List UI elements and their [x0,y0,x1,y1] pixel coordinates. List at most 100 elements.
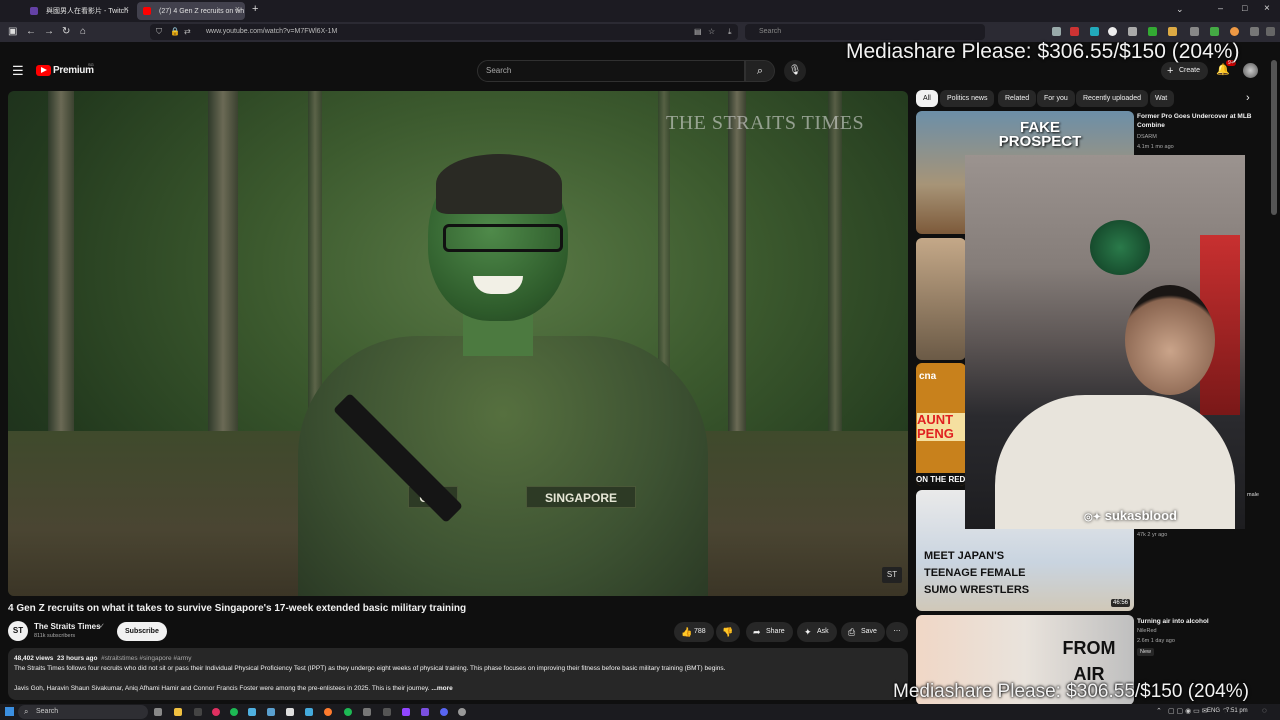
channel-watermark-logo: ST [882,567,902,583]
sidebar-thumbnail[interactable]: cna AUNT PENG ON THE RED [916,363,966,486]
chip-for-you[interactable]: For you [1037,90,1075,107]
tab-youtube[interactable]: (27) 4 Gen Z recruits on wh × [137,2,245,20]
dislike-button[interactable]: 👎 [716,622,740,642]
subscribe-button[interactable]: Subscribe [117,622,167,641]
permissions-icon[interactable]: ⇄ [184,24,191,40]
sidebar-thumbnail[interactable] [916,238,966,360]
extension-icon[interactable] [1128,27,1137,36]
like-button[interactable]: 👍 788 [674,622,714,642]
chip-politics-news[interactable]: Politics news [940,90,995,107]
app-icon[interactable] [194,708,202,716]
language-indicator[interactable]: ENG [1207,708,1220,714]
windows-start-icon[interactable] [5,707,14,716]
extension-icon[interactable] [1148,27,1157,36]
maximize-button[interactable]: □ [1242,3,1247,13]
app-icon[interactable] [212,708,220,716]
youtube-search-input[interactable]: Search [477,60,745,82]
chip-related[interactable]: Related [998,90,1037,107]
extension-icon[interactable] [1210,27,1219,36]
minimize-button[interactable]: – [1218,3,1223,13]
extension-icon[interactable] [1230,27,1239,36]
country-tag: SINGAPORE [526,486,636,508]
close-window-button[interactable]: × [1264,3,1270,14]
sidebar-channel[interactable]: NileRed [1137,628,1157,634]
sidebar-video-title[interactable]: Former Pro Goes Undercover at MLB Combin… [1137,112,1257,130]
scrollbar[interactable] [1271,60,1277,215]
thumbnail-text: AUNT PENG [917,413,965,441]
close-tab-icon[interactable]: × [124,4,129,14]
sidebar-video-title[interactable]: Turning air into alcohol [1137,617,1257,626]
tree-trunk [208,91,238,461]
microphone-icon[interactable]: 🎙 [784,60,806,82]
reader-icon[interactable]: ▤ [694,24,702,40]
create-button[interactable]: + Create [1161,62,1209,80]
extension-badge-icon[interactable] [1070,27,1079,36]
avatar[interactable] [1243,63,1258,78]
extension-icon[interactable] [1090,27,1099,36]
channel-avatar[interactable]: ST [8,621,28,641]
app-icon[interactable] [267,708,275,716]
tray-icons[interactable]: ▢ ▢ ◉ ▭ ✉ [1168,707,1208,715]
app-icon[interactable] [421,708,429,716]
close-tab-icon[interactable]: × [235,4,240,14]
more-options-icon[interactable]: ⋯ [886,622,908,642]
tab-list-icon[interactable]: ⌄ [1176,4,1184,15]
browser-search-input[interactable]: Search [745,24,985,40]
region-code: SG [88,62,94,67]
chip-watched[interactable]: Wat [1150,90,1174,107]
app-icon[interactable] [248,708,256,716]
video-player[interactable]: GOH SINGAPORE [8,91,908,596]
youtube-logo-icon[interactable] [36,65,51,76]
app-icon[interactable] [305,708,313,716]
new-tab-button[interactable]: + [252,3,258,15]
reload-icon[interactable]: ↻ [62,26,70,38]
channel-name[interactable]: The Straits Times [34,622,101,631]
ask-button[interactable]: ✦ Ask [797,622,837,642]
back-icon[interactable]: ← [26,26,36,38]
sidebar-channel[interactable]: DSARM [1137,134,1157,140]
app-icon[interactable] [402,708,410,716]
app-icon[interactable] [363,708,371,716]
streamer-head [1125,285,1215,395]
more-link[interactable]: ...more [431,685,452,692]
chevron-right-icon[interactable]: › [1246,92,1250,104]
extension-icon[interactable] [1190,27,1199,36]
app-icon[interactable] [286,708,294,716]
extension-icon[interactable] [1168,27,1177,36]
extensions-puzzle-icon[interactable] [1250,27,1259,36]
file-explorer-icon[interactable] [174,708,182,716]
home-icon[interactable]: ⌂ [80,26,86,38]
share-button[interactable]: ➦ Share [746,622,793,642]
app-icon[interactable] [344,708,352,716]
forward-icon[interactable]: → [44,26,54,38]
search-icon[interactable]: ⌕ [745,60,775,82]
hashtags[interactable]: #straitstimes #singapore #army [101,655,191,662]
tab-twitch[interactable]: 與國男人在看影片 - Twitch × [24,2,134,20]
download-icon[interactable]: ⤓ [728,24,732,40]
video-description[interactable]: 48,402 views 23 hours ago #straitstimes … [8,648,908,700]
url-bar[interactable]: ⛉ 🔒 ⇄ www.youtube.com/watch?v=M7FWl6X-1M… [150,24,738,40]
discord-icon[interactable] [440,708,448,716]
extension-icon[interactable] [1108,27,1117,36]
hair [436,154,562,214]
menu-icon[interactable] [1266,27,1275,36]
hamburger-menu-icon[interactable]: ☰ [12,63,24,79]
firefox-icon[interactable] [324,708,332,716]
thumbnail-text: MEET JAPAN'S TEENAGE FEMALE SUMO WRESTLE… [924,550,1030,596]
bookmark-icon: ⎙ [848,627,856,637]
notifications-icon[interactable]: ◌ [1262,706,1267,715]
settings-icon[interactable] [458,708,466,716]
app-icon[interactable] [383,708,391,716]
tray-chevron-icon[interactable]: ⌃ [1156,707,1162,715]
chip-all[interactable]: All [916,90,938,107]
taskbar-search[interactable]: ⌕ Search [18,705,148,719]
clock[interactable]: 7:51 pm [1226,708,1248,714]
bookmark-star-icon[interactable]: ☆ [708,24,715,40]
task-view-icon[interactable] [154,708,162,716]
chip-recently-uploaded[interactable]: Recently uploaded [1076,90,1148,107]
mediashare-goal-top: Mediashare Please: $306.55/$150 (204%) [846,40,1240,63]
spotify-icon[interactable] [230,708,238,716]
sidebar-icon[interactable]: ▣ [8,26,17,38]
save-button[interactable]: ⎙ Save [841,622,885,642]
library-icon[interactable] [1052,27,1061,36]
